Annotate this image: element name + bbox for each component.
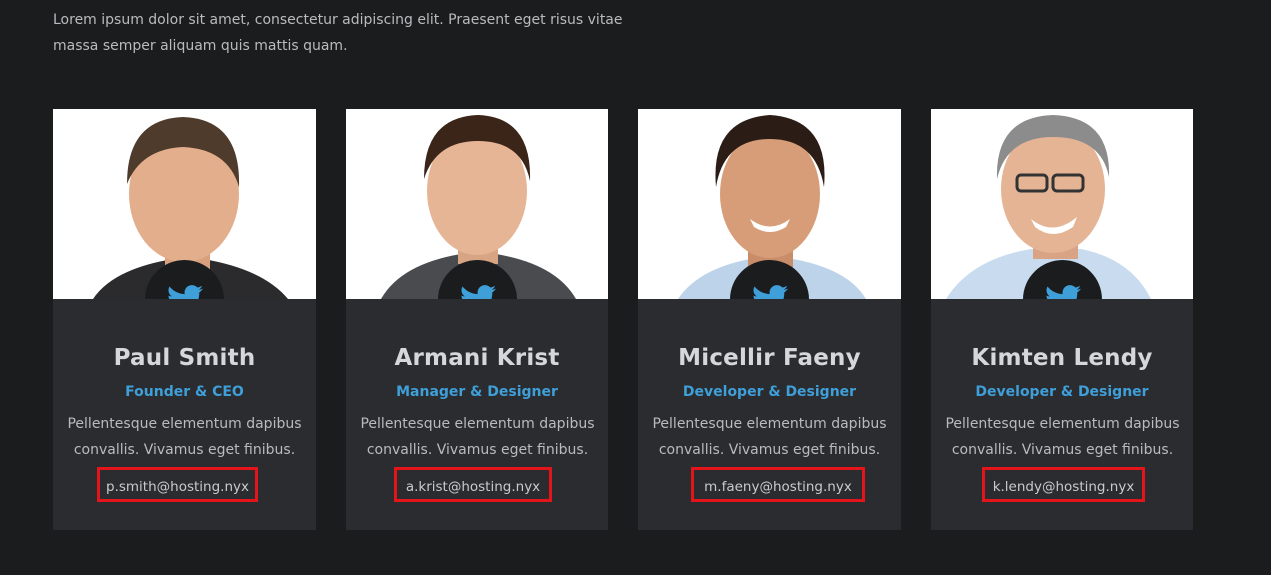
twitter-icon (168, 284, 203, 299)
twitter-icon (461, 284, 496, 299)
intro-text: Lorem ipsum dolor sit amet, consectetur … (53, 12, 623, 54)
member-name: Armani Krist (394, 345, 560, 371)
member-description: Pellentesque elementum dapibus convallis… (360, 416, 595, 458)
member-name: Micellir Faeny (678, 345, 861, 371)
team-member-card: Armani Krist Manager & Designer Pellente… (346, 109, 608, 530)
member-name: Kimten Lendy (971, 345, 1153, 371)
team-member-card: Paul Smith Founder & CEO Pellentesque el… (53, 109, 316, 530)
twitter-icon (1046, 284, 1081, 299)
member-photo (931, 109, 1193, 299)
member-photo (53, 109, 316, 299)
member-role: Founder & CEO (125, 384, 244, 400)
team-member-card: Micellir Faeny Developer & Designer Pell… (638, 109, 901, 530)
member-role: Manager & Designer (396, 384, 558, 400)
member-role: Developer & Designer (682, 384, 857, 400)
team-member-card: Kimten Lendy Developer & Designer Pellen… (931, 109, 1193, 530)
member-email-link[interactable]: p.smith@hosting.nyx (97, 467, 258, 502)
member-description: Pellentesque elementum dapibus convallis… (652, 416, 887, 458)
member-photo (346, 109, 608, 299)
twitter-icon (753, 284, 788, 299)
member-email-link[interactable]: m.faeny@hosting.nyx (691, 467, 865, 502)
member-photo (638, 109, 901, 299)
member-description: Pellentesque elementum dapibus convallis… (945, 416, 1180, 458)
member-description: Pellentesque elementum dapibus convallis… (67, 416, 302, 458)
member-email-link[interactable]: k.lendy@hosting.nyx (982, 467, 1145, 502)
member-email-link[interactable]: a.krist@hosting.nyx (394, 467, 552, 502)
member-name: Paul Smith (113, 345, 256, 371)
member-role: Developer & Designer (975, 384, 1149, 400)
